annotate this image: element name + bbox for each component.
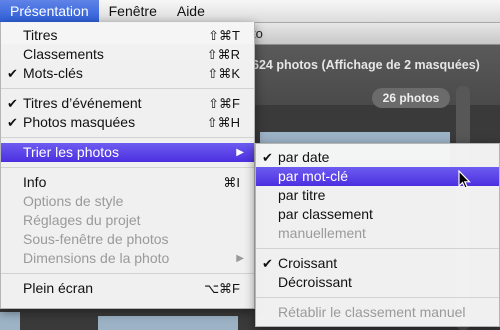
- menu-item-sous-fenetre-de-photos: Sous-fenêtre de photos: [23, 231, 169, 247]
- submenu-item-par-classement[interactable]: par classement: [256, 205, 499, 224]
- menu-separator: [256, 297, 499, 298]
- shortcut-label: ⇧⌘R: [206, 47, 240, 62]
- menu-item-photos-masquees[interactable]: ✔ Photos masquées ⇧⌘H: [1, 113, 254, 132]
- presentation-menu: Titres ⇧⌘T Classements ⇧⌘R ✔ Mots-clés ⇧…: [0, 22, 255, 309]
- menu-item-titres-evenement[interactable]: ✔ Titres d’événement ⇧⌘F: [1, 94, 254, 113]
- submenu-arrow-icon: ▶: [236, 147, 244, 158]
- checkmark-icon: ✔: [7, 96, 18, 111]
- menu-bar: Présentation Fenêtre Aide: [0, 0, 500, 23]
- menu-separator: [1, 137, 254, 138]
- photo-thumbnail[interactable]: [98, 316, 238, 330]
- menu-item-mots-cles[interactable]: ✔ Mots-clés ⇧⌘K: [1, 64, 254, 83]
- submenu-item-decroissant[interactable]: Décroissant: [256, 273, 499, 292]
- shortcut-label: ⌘I: [223, 175, 240, 190]
- submenu-item-manuellement: manuellement: [278, 225, 366, 241]
- menu-item-info[interactable]: Info ⌘I: [1, 173, 254, 192]
- menu-presentation[interactable]: Présentation: [0, 0, 99, 22]
- submenu-item-croissant[interactable]: ✔ Croissant: [256, 254, 499, 273]
- submenu-arrow-icon: ▶: [236, 253, 244, 264]
- checkmark-icon: ✔: [262, 150, 273, 165]
- menu-item-titres[interactable]: Titres ⇧⌘T: [1, 26, 254, 45]
- checkmark-icon: ✔: [262, 256, 273, 271]
- menu-separator: [256, 248, 499, 249]
- menu-fenetre[interactable]: Fenêtre: [99, 0, 167, 22]
- submenu-item-par-date[interactable]: ✔ par date: [256, 148, 499, 167]
- menu-item-reglages-du-projet: Réglages du projet: [23, 212, 141, 228]
- photo-count-label: 624 photos (Affichage de 2 masquées): [252, 58, 480, 72]
- checkmark-icon: ✔: [7, 66, 18, 81]
- submenu-item-retablir-classement-manuel: Rétablir le classement manuel: [278, 304, 466, 320]
- shortcut-label: ⇧⌘T: [208, 28, 240, 43]
- menu-separator: [1, 88, 254, 89]
- event-photo-count-badge: 26 photos: [372, 88, 450, 108]
- menu-item-plein-ecran[interactable]: Plein écran ⌥⌘F: [1, 279, 254, 298]
- shortcut-label: ⇧⌘H: [206, 115, 240, 130]
- shortcut-label: ⌥⌘F: [204, 281, 240, 296]
- checkmark-icon: ✔: [7, 115, 18, 130]
- mouse-pointer-icon: [458, 170, 471, 189]
- menu-aide[interactable]: Aide: [167, 0, 215, 22]
- shortcut-label: ⇧⌘F: [208, 96, 240, 111]
- menu-separator: [1, 167, 254, 168]
- menu-item-dimensions-de-la-photo: Dimensions de la photo ▶: [23, 250, 244, 266]
- menu-item-trier-les-photos[interactable]: Trier les photos ▶: [1, 143, 254, 162]
- menu-item-options-de-style: Options de style: [23, 193, 124, 209]
- menu-item-classements[interactable]: Classements ⇧⌘R: [1, 45, 254, 64]
- shortcut-label: ⇧⌘K: [207, 66, 240, 81]
- menu-separator: [1, 273, 254, 274]
- photo-thumbnail[interactable]: [0, 312, 20, 330]
